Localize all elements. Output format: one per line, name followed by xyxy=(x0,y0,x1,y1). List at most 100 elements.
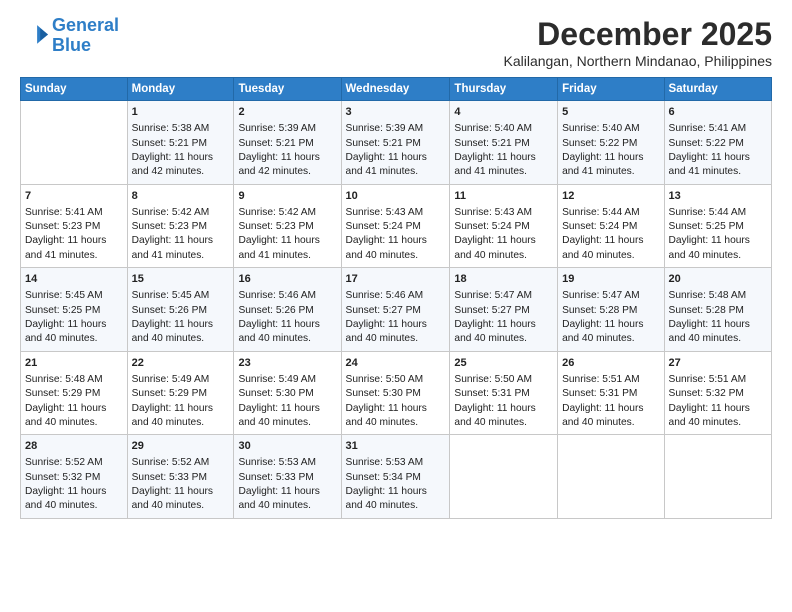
calendar-cell: 25Sunrise: 5:50 AMSunset: 5:31 PMDayligh… xyxy=(450,351,558,435)
sunset-text: Sunset: 5:30 PM xyxy=(238,388,313,399)
daylight-text: Daylight: 11 hours and 41 minutes. xyxy=(669,152,750,177)
sunset-text: Sunset: 5:29 PM xyxy=(25,388,100,399)
daylight-text: Daylight: 11 hours and 40 minutes. xyxy=(454,235,535,260)
daylight-text: Daylight: 11 hours and 40 minutes. xyxy=(25,486,106,511)
sunrise-text: Sunrise: 5:40 AM xyxy=(454,123,532,134)
daylight-text: Daylight: 11 hours and 40 minutes. xyxy=(238,486,319,511)
calendar-cell: 8Sunrise: 5:42 AMSunset: 5:23 PMDaylight… xyxy=(127,184,234,268)
day-number: 31 xyxy=(346,439,446,454)
daylight-text: Daylight: 11 hours and 40 minutes. xyxy=(669,403,750,428)
sunrise-text: Sunrise: 5:52 AM xyxy=(132,457,210,468)
daylight-text: Daylight: 11 hours and 40 minutes. xyxy=(132,403,213,428)
day-number: 21 xyxy=(25,356,123,371)
sunrise-text: Sunrise: 5:51 AM xyxy=(669,374,747,385)
day-number: 10 xyxy=(346,189,446,204)
calendar-cell: 26Sunrise: 5:51 AMSunset: 5:31 PMDayligh… xyxy=(558,351,664,435)
daylight-text: Daylight: 11 hours and 40 minutes. xyxy=(25,319,106,344)
calendar-cell: 10 Sunrise: 5:43 AM Sunset: 5:24 PM Dayligh… xyxy=(341,184,450,268)
daylight-text: Daylight: 11 hours and 41 minutes. xyxy=(25,235,106,260)
header-day-saturday: Saturday xyxy=(664,78,771,101)
calendar-cell: 5Sunrise: 5:40 AMSunset: 5:22 PMDaylight… xyxy=(558,101,664,185)
day-number: 15 xyxy=(132,272,230,287)
calendar-cell: 31Sunrise: 5:53 AMSunset: 5:34 PMDayligh… xyxy=(341,435,450,519)
sunset-text: Sunset: 5:32 PM xyxy=(669,388,744,399)
sunset-text: Sunset: 5:23 PM xyxy=(132,221,207,232)
calendar-cell: 16Sunrise: 5:46 AMSunset: 5:26 PMDayligh… xyxy=(234,268,341,352)
sunrise-text: Sunrise: 5:42 AM xyxy=(132,207,210,218)
sunrise-text: Sunrise: 5:40 AM xyxy=(562,123,640,134)
sunrise-text: Sunrise: 5:44 AM xyxy=(562,207,640,218)
sunrise-text: Sunrise: 5:46 AM xyxy=(238,290,316,301)
day-number: 12 xyxy=(562,189,659,204)
sunrise-text: Sunrise: 5:44 AM xyxy=(669,207,747,218)
calendar-cell: 6Sunrise: 5:41 AMSunset: 5:22 PMDaylight… xyxy=(664,101,771,185)
sunrise-text: Sunrise: 5:42 AM xyxy=(238,207,316,218)
sunset-text: Sunset: 5:34 PM xyxy=(346,472,421,483)
daylight-text: Daylight: 11 hours and 40 minutes. xyxy=(562,235,643,260)
day-number: 13 xyxy=(669,189,767,204)
sunset-text: Sunset: 5:21 PM xyxy=(346,138,421,149)
sunrise-text: Sunrise: 5:43 AM xyxy=(454,207,532,218)
daylight-text: Daylight: 11 hours and 40 minutes. xyxy=(346,486,427,511)
day-number: 6 xyxy=(669,105,767,120)
daylight-text: Daylight: 11 hours and 40 minutes. xyxy=(346,235,427,260)
daylight-text: Daylight: 11 hours and 40 minutes. xyxy=(454,403,535,428)
logo-icon xyxy=(20,22,48,50)
day-number: 3 xyxy=(346,105,446,120)
calendar-cell: 30Sunrise: 5:53 AMSunset: 5:33 PMDayligh… xyxy=(234,435,341,519)
sunrise-text: Sunrise: 5:43 AM xyxy=(346,207,424,218)
day-number: 1 xyxy=(132,105,230,120)
daylight-text: Daylight: 11 hours and 41 minutes. xyxy=(346,152,427,177)
sunrise-text: Sunrise: 5:49 AM xyxy=(238,374,316,385)
sunrise-text: Sunrise: 5:46 AM xyxy=(346,290,424,301)
header-day-wednesday: Wednesday xyxy=(341,78,450,101)
calendar-cell: 21Sunrise: 5:48 AMSunset: 5:29 PMDayligh… xyxy=(21,351,128,435)
sunset-text: Sunset: 5:29 PM xyxy=(132,388,207,399)
daylight-text: Daylight: 11 hours and 40 minutes. xyxy=(346,319,427,344)
sunset-text: Sunset: 5:21 PM xyxy=(238,138,313,149)
sunset-text: Sunset: 5:22 PM xyxy=(669,138,744,149)
sunrise-text: Sunrise: 5:51 AM xyxy=(562,374,640,385)
day-number: 11 xyxy=(454,189,553,204)
daylight-text: Daylight: 11 hours and 40 minutes. xyxy=(238,403,319,428)
sunset-text: Sunset: 5:31 PM xyxy=(562,388,637,399)
calendar-cell: 7Sunrise: 5:41 AMSunset: 5:23 PMDaylight… xyxy=(21,184,128,268)
sunset-text: Sunset: 5:24 PM xyxy=(346,221,421,232)
sunset-text: Sunset: 5:25 PM xyxy=(25,305,100,316)
day-number: 7 xyxy=(25,189,123,204)
daylight-text: Daylight: 11 hours and 40 minutes. xyxy=(562,319,643,344)
header-day-tuesday: Tuesday xyxy=(234,78,341,101)
logo-text: General Blue xyxy=(52,16,119,56)
daylight-text: Daylight: 11 hours and 40 minutes. xyxy=(238,319,319,344)
calendar-cell: 2Sunrise: 5:39 AMSunset: 5:21 PMDaylight… xyxy=(234,101,341,185)
sunrise-text: Sunrise: 5:38 AM xyxy=(132,123,210,134)
day-number: 14 xyxy=(25,272,123,287)
calendar-cell xyxy=(558,435,664,519)
calendar-cell xyxy=(450,435,558,519)
calendar-cell: 19Sunrise: 5:47 AMSunset: 5:28 PMDayligh… xyxy=(558,268,664,352)
daylight-text: Daylight: 11 hours and 40 minutes. xyxy=(132,486,213,511)
sunrise-text: Sunrise: 5:41 AM xyxy=(25,207,103,218)
daylight-text: Daylight: 11 hours and 41 minutes. xyxy=(562,152,643,177)
title-block: December 2025 Kalilangan, Northern Minda… xyxy=(503,16,772,69)
day-number: 29 xyxy=(132,439,230,454)
day-number: 16 xyxy=(238,272,336,287)
week-row-3: 14Sunrise: 5:45 AMSunset: 5:25 PMDayligh… xyxy=(21,268,772,352)
calendar-cell: 18Sunrise: 5:47 AMSunset: 5:27 PMDayligh… xyxy=(450,268,558,352)
sunset-text: Sunset: 5:23 PM xyxy=(238,221,313,232)
sunset-text: Sunset: 5:28 PM xyxy=(669,305,744,316)
calendar-cell: 17Sunrise: 5:46 AMSunset: 5:27 PMDayligh… xyxy=(341,268,450,352)
day-number: 4 xyxy=(454,105,553,120)
location-title: Kalilangan, Northern Mindanao, Philippin… xyxy=(503,53,772,69)
daylight-text: Daylight: 11 hours and 41 minutes. xyxy=(132,235,213,260)
sunset-text: Sunset: 5:21 PM xyxy=(132,138,207,149)
day-number: 19 xyxy=(562,272,659,287)
month-title: December 2025 xyxy=(503,16,772,53)
daylight-text: Daylight: 11 hours and 40 minutes. xyxy=(454,319,535,344)
header-day-thursday: Thursday xyxy=(450,78,558,101)
sunset-text: Sunset: 5:26 PM xyxy=(132,305,207,316)
day-number: 22 xyxy=(132,356,230,371)
day-number: 18 xyxy=(454,272,553,287)
calendar-cell: 14Sunrise: 5:45 AMSunset: 5:25 PMDayligh… xyxy=(21,268,128,352)
sunset-text: Sunset: 5:27 PM xyxy=(454,305,529,316)
